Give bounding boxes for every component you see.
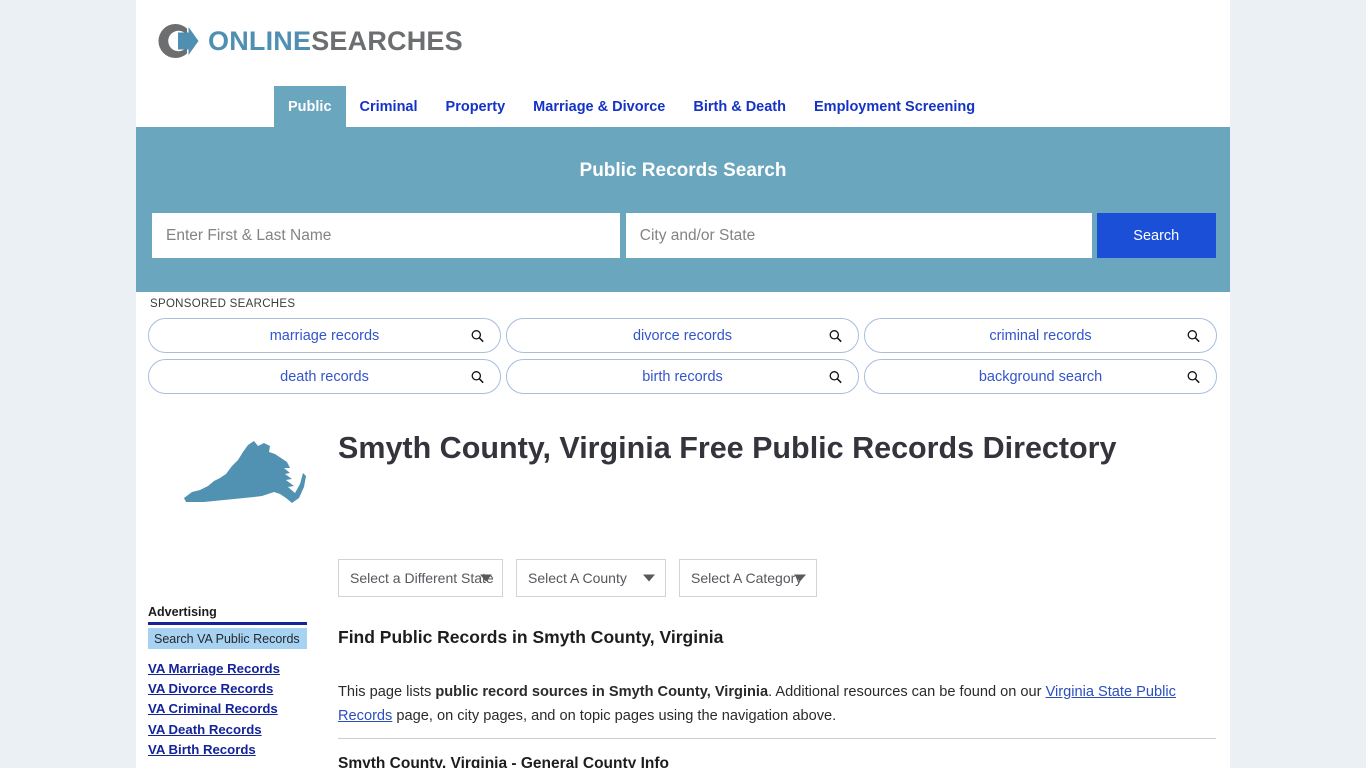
chevron-down-icon bbox=[794, 574, 806, 582]
sponsored-chip-criminal-records[interactable]: criminal records bbox=[864, 318, 1217, 353]
sponsored-searches-label: SPONSORED SEARCHES bbox=[150, 298, 296, 310]
filter-selects: Select a Different State Select A County… bbox=[338, 559, 817, 597]
page-container: ONLINESEARCHES Public Criminal Property … bbox=[136, 0, 1230, 768]
sponsored-chip-label: marriage records bbox=[269, 327, 380, 344]
sidebar-link-va-death-records[interactable]: VA Death Records bbox=[148, 720, 320, 740]
tab-marriage-divorce[interactable]: Marriage & Divorce bbox=[519, 86, 679, 127]
paragraph-text-lead: This page lists bbox=[338, 684, 436, 700]
search-icon bbox=[471, 329, 484, 342]
paragraph-bold-phrase: public record sources in Smyth County, V… bbox=[435, 684, 769, 700]
sidebar-link-va-marriage-records[interactable]: VA Marriage Records bbox=[148, 659, 320, 679]
tab-property[interactable]: Property bbox=[432, 86, 520, 127]
sponsored-chip-label: background search bbox=[978, 368, 1103, 385]
search-icon bbox=[829, 329, 842, 342]
page-root: ONLINESEARCHES Public Criminal Property … bbox=[0, 0, 1366, 768]
circle-arrow-logo-icon bbox=[154, 18, 200, 64]
search-button[interactable]: Search bbox=[1096, 213, 1216, 258]
sponsored-chip-label: birth records bbox=[642, 368, 723, 385]
logo-wordmark: ONLINESEARCHES bbox=[208, 25, 463, 56]
paragraph-text-mid: . Additional resources can be found on o… bbox=[768, 684, 1046, 700]
search-form: Search bbox=[152, 213, 1216, 258]
select-county-label: Select A County bbox=[528, 570, 627, 586]
advertising-link-list: VA Marriage Records VA Divorce Records V… bbox=[148, 659, 320, 760]
tab-employment-screening[interactable]: Employment Screening bbox=[800, 86, 989, 127]
virginia-state-map-icon bbox=[182, 432, 312, 520]
search-va-public-records-button[interactable]: Search VA Public Records bbox=[148, 628, 307, 649]
sponsored-chip-label: criminal records bbox=[989, 327, 1092, 344]
sidebar-link-va-criminal-records[interactable]: VA Criminal Records bbox=[148, 699, 320, 719]
sidebar-link-va-birth-records[interactable]: VA Birth Records bbox=[148, 740, 320, 760]
intro-paragraph: This page lists public record sources in… bbox=[338, 680, 1212, 728]
advertising-sidebar: Advertising Search VA Public Records VA … bbox=[148, 605, 320, 760]
select-category-label: Select A Category bbox=[691, 570, 803, 586]
search-icon bbox=[1187, 370, 1200, 383]
sponsored-chip-divorce-records[interactable]: divorce records bbox=[506, 318, 859, 353]
sponsored-chip-label: death records bbox=[280, 368, 369, 385]
tab-criminal[interactable]: Criminal bbox=[346, 86, 432, 127]
sidebar-link-va-divorce-records[interactable]: VA Divorce Records bbox=[148, 679, 320, 699]
location-search-input[interactable] bbox=[625, 213, 1092, 258]
select-state-label: Select a Different State bbox=[350, 570, 494, 586]
sponsored-chip-birth-records[interactable]: birth records bbox=[506, 359, 859, 394]
main-navigation: Public Criminal Property Marriage & Divo… bbox=[136, 86, 1230, 127]
sponsored-chip-marriage-records[interactable]: marriage records bbox=[148, 318, 501, 353]
sponsored-chip-list: marriage records divorce records crimina… bbox=[148, 318, 1218, 394]
general-county-info-heading: Smyth County, Virginia - General County … bbox=[338, 755, 669, 768]
section-divider bbox=[338, 738, 1216, 739]
advertising-divider bbox=[148, 622, 307, 625]
tab-birth-death[interactable]: Birth & Death bbox=[679, 86, 800, 127]
sponsored-chip-death-records[interactable]: death records bbox=[148, 359, 501, 394]
chevron-down-icon bbox=[643, 574, 655, 582]
select-state[interactable]: Select a Different State bbox=[338, 559, 503, 597]
search-icon bbox=[829, 370, 842, 383]
section-heading: Find Public Records in Smyth County, Vir… bbox=[338, 627, 724, 647]
select-category[interactable]: Select A Category bbox=[679, 559, 817, 597]
search-icon bbox=[1187, 329, 1200, 342]
page-title: Smyth County, Virginia Free Public Recor… bbox=[338, 431, 1117, 465]
paragraph-text-tail: page, on city pages, and on topic pages … bbox=[392, 708, 837, 724]
logo-word-searches: SEARCHES bbox=[311, 25, 463, 56]
tab-public[interactable]: Public bbox=[274, 86, 346, 127]
site-logo[interactable]: ONLINESEARCHES bbox=[154, 14, 463, 68]
public-records-search-hero: Public Records Search Search bbox=[136, 127, 1230, 292]
logo-word-online: ONLINE bbox=[208, 25, 312, 56]
advertising-label: Advertising bbox=[148, 605, 217, 619]
sponsored-chip-label: divorce records bbox=[632, 327, 733, 344]
select-county[interactable]: Select A County bbox=[516, 559, 666, 597]
sponsored-chip-background-search[interactable]: background search bbox=[864, 359, 1217, 394]
search-icon bbox=[471, 370, 484, 383]
hero-title: Public Records Search bbox=[579, 160, 787, 181]
name-search-input[interactable] bbox=[152, 213, 620, 258]
chevron-down-icon bbox=[480, 574, 492, 582]
